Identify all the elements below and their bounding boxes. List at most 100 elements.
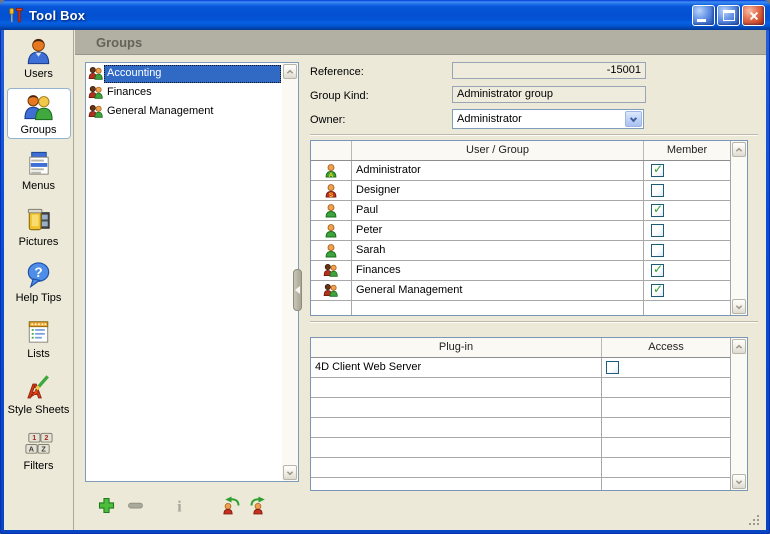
member-row[interactable]: Designer: [311, 181, 730, 201]
plugins-table: Plug-in Access 4D Client Web Server: [310, 337, 748, 491]
plugin-column-header: Plug-in: [311, 338, 602, 357]
window-title: Tool Box: [29, 8, 85, 23]
side-lists-icon: [23, 316, 54, 347]
plugin-row[interactable]: 4D Client Web Server: [311, 358, 730, 378]
group-name: Finances: [104, 84, 281, 102]
member-name: Designer: [352, 181, 644, 200]
group-list-item[interactable]: Accounting: [86, 64, 281, 83]
plugin-row[interactable]: [311, 378, 730, 398]
minimize-icon: [697, 19, 706, 22]
side-filters-icon: [23, 428, 54, 459]
pictures[interactable]: Pictures: [7, 200, 71, 251]
info-button[interactable]: [169, 495, 189, 515]
side-pictures-icon: [23, 204, 54, 235]
sidebar-item-label: Style Sheets: [8, 404, 70, 416]
plugins-scrollbar[interactable]: [730, 338, 747, 490]
members-scrollbar[interactable]: [730, 141, 747, 315]
member-row[interactable]: [311, 301, 730, 316]
plugin-row[interactable]: [311, 458, 730, 478]
user-group-column-header: User / Group: [352, 141, 644, 160]
plugin-row[interactable]: [311, 418, 730, 438]
panel-splitter[interactable]: [293, 269, 302, 311]
chevron-up-icon: [733, 341, 745, 353]
group-kind-field: Administrator group: [452, 86, 646, 103]
plugin-row[interactable]: [311, 398, 730, 418]
help-tips[interactable]: Help Tips: [7, 256, 71, 307]
member-checkbox[interactable]: [651, 204, 664, 217]
menus[interactable]: Menus: [7, 144, 71, 195]
plugin-row[interactable]: [311, 478, 730, 491]
scroll-up-button[interactable]: [732, 142, 746, 157]
members-table-header: User / Group Member: [311, 141, 730, 161]
close-button[interactable]: [742, 5, 765, 26]
remove-group-button[interactable]: [125, 495, 145, 515]
resize-grip[interactable]: [757, 523, 759, 525]
sidebar-item-label: Help Tips: [8, 292, 70, 304]
user-icon: [323, 203, 339, 219]
minus-icon: [127, 497, 144, 514]
member-checkbox[interactable]: [651, 264, 664, 277]
owner-dropdown-button[interactable]: [625, 111, 642, 127]
member-row[interactable]: Finances: [311, 261, 730, 281]
plugin-name: [311, 378, 602, 397]
plugin-row[interactable]: [311, 438, 730, 458]
user-designer-icon: [323, 183, 339, 199]
info-icon: [171, 497, 188, 514]
maximize-button[interactable]: [717, 5, 740, 26]
icon-column-header: [311, 141, 352, 160]
filters[interactable]: Filters: [7, 424, 71, 475]
add-group-button[interactable]: [96, 495, 116, 515]
access-checkbox[interactable]: [606, 361, 619, 374]
scroll-up-button[interactable]: [732, 339, 746, 354]
client-area: Users Groups Menus Pictures: [4, 30, 766, 530]
owner-select[interactable]: Administrator: [452, 109, 644, 129]
users[interactable]: Users: [7, 32, 71, 83]
member-row[interactable]: Sarah: [311, 241, 730, 261]
separator: [310, 134, 758, 136]
member-name: Peter: [352, 221, 644, 240]
reference-label: Reference:: [310, 66, 364, 78]
separator: [310, 321, 758, 323]
member-row[interactable]: General Management: [311, 281, 730, 301]
group-list-item[interactable]: Finances: [86, 83, 281, 102]
member-checkbox[interactable]: [651, 244, 664, 257]
save-users-button[interactable]: [249, 495, 269, 515]
member-column-header: Member: [644, 141, 730, 160]
sidebar-item-label: Groups: [8, 124, 70, 136]
member-row[interactable]: Administrator: [311, 161, 730, 181]
lists[interactable]: Lists: [7, 312, 71, 363]
member-checkbox[interactable]: [651, 164, 664, 177]
user-admin-icon: [323, 163, 339, 179]
member-row[interactable]: Peter: [311, 221, 730, 241]
group-name: Accounting: [104, 65, 281, 83]
scroll-down-button[interactable]: [732, 474, 746, 489]
member-row[interactable]: Paul: [311, 201, 730, 221]
groups[interactable]: Groups: [7, 88, 71, 139]
member-checkbox[interactable]: [651, 184, 664, 197]
member-name: Administrator: [352, 161, 644, 180]
scroll-up-button[interactable]: [283, 64, 297, 79]
close-icon: [748, 10, 760, 22]
group-icon: [88, 104, 104, 120]
side-menus-icon: [23, 148, 54, 179]
member-checkbox[interactable]: [651, 224, 664, 237]
plugin-name: [311, 438, 602, 457]
members-table: User / Group Member Administrator: [310, 140, 748, 316]
scroll-down-button[interactable]: [732, 299, 746, 314]
scroll-down-button[interactable]: [283, 465, 297, 480]
side-users-icon: [23, 36, 54, 67]
plugin-name: 4D Client Web Server: [311, 358, 602, 377]
group-icon: [323, 263, 339, 279]
maximize-icon: [723, 10, 735, 21]
member-checkbox[interactable]: [651, 284, 664, 297]
member-name: [352, 301, 644, 316]
minimize-button[interactable]: [692, 5, 715, 26]
chevron-down-icon: [733, 476, 745, 488]
plugin-name: [311, 478, 602, 491]
load-users-button[interactable]: [221, 495, 241, 515]
sidebar: Users Groups Menus Pictures: [4, 30, 74, 530]
group-list-item[interactable]: General Management: [86, 102, 281, 121]
titlebar[interactable]: Tool Box: [0, 0, 770, 30]
style-sheets[interactable]: Style Sheets: [7, 368, 71, 419]
user-icon: [323, 243, 339, 259]
